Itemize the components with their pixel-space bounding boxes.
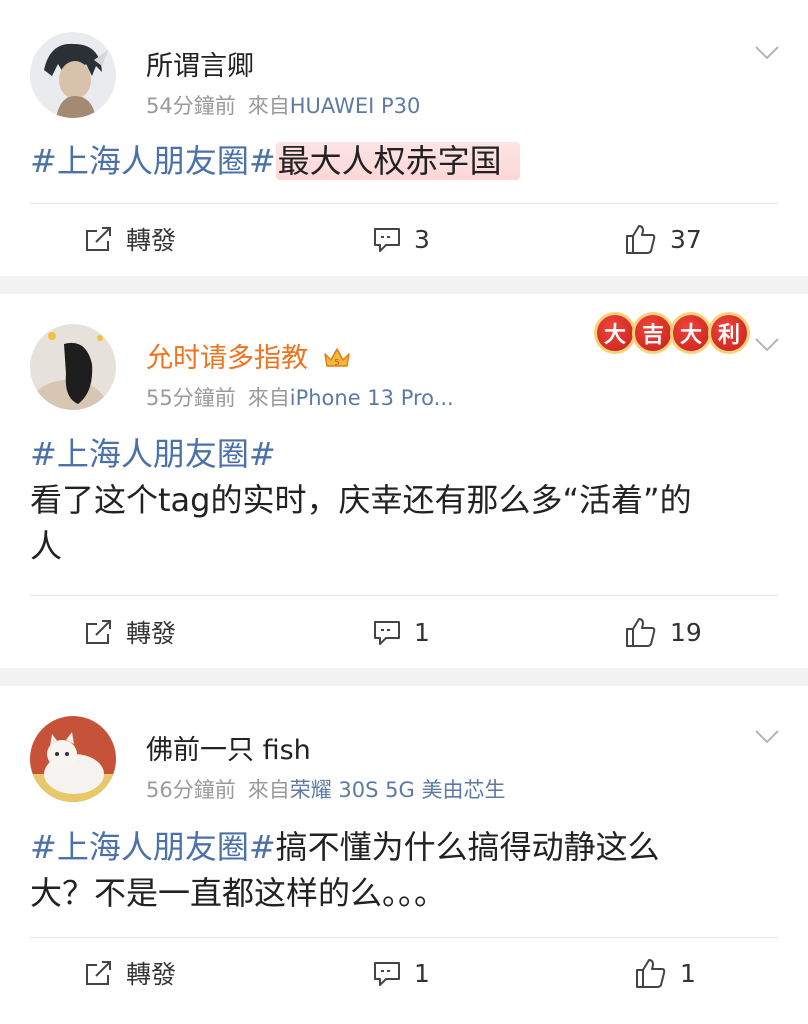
post-text: #上海人朋友圈#搞不懂为什么搞得动静这么 大？不是一直都这样的么。。。 — [30, 824, 782, 916]
from-label: 來自 — [247, 778, 290, 802]
repost-label: 轉發 — [126, 960, 177, 989]
post-card: 允时请多指教 5 大 吉 大 利 55分鐘前 來自iPhone 13 Pro...… — [0, 294, 808, 668]
username[interactable]: 允时请多指教 5 — [146, 336, 351, 375]
thumbs-up-icon — [626, 618, 656, 647]
badge-char: 大 — [594, 312, 636, 354]
chevron-down-icon[interactable] — [754, 728, 780, 746]
share-icon — [86, 620, 111, 644]
post-time: 56分鐘前 — [146, 778, 236, 802]
new-year-badges: 大 吉 大 利 — [594, 312, 750, 354]
thumbs-up-icon — [626, 225, 656, 254]
post-body-line: 看了这个tag的实时，庆幸还有那么多“活着”的 — [30, 481, 692, 519]
hashtag-link[interactable]: #上海人朋友圈# — [30, 435, 276, 473]
avatar[interactable] — [30, 32, 116, 118]
post-body-line: 搞不懂为什么搞得动静这么 — [275, 828, 660, 866]
repost-label: 轉發 — [126, 619, 177, 648]
post-meta: 56分鐘前 來自荣耀 30S 5G 美由芯生 — [146, 774, 505, 804]
share-icon — [86, 227, 111, 251]
chevron-down-icon[interactable] — [754, 44, 780, 62]
comment-button[interactable]: 3 — [372, 219, 430, 259]
comment-icon — [374, 228, 400, 252]
post-meta: 54分鐘前 來自HUAWEI P30 — [146, 90, 420, 120]
repost-button[interactable]: 轉發 — [84, 219, 176, 259]
post-text: #上海人朋友圈#最大人权赤字国 — [30, 138, 782, 184]
action-bar: 轉發 1 19 — [0, 612, 808, 652]
badge-char: 吉 — [632, 312, 674, 354]
like-button[interactable]: 37 — [624, 219, 702, 259]
post-text: #上海人朋友圈# 看了这个tag的实时，庆幸还有那么多“活着”的 人 — [30, 431, 782, 569]
comment-button[interactable]: 1 — [372, 953, 430, 993]
post-body-line: 人 — [30, 527, 63, 565]
repost-button[interactable]: 轉發 — [84, 612, 176, 652]
post-card: 佛前一只 fish 56分鐘前 來自荣耀 30S 5G 美由芯生 #上海人朋友圈#… — [0, 686, 808, 1024]
username[interactable]: 佛前一只 fish — [146, 728, 311, 767]
post-time: 55分鐘前 — [146, 386, 236, 410]
hashtag-link[interactable]: #上海人朋友圈# — [30, 828, 276, 866]
like-count: 19 — [670, 617, 702, 647]
avatar[interactable] — [30, 716, 116, 802]
post-card: 所谓言卿 54分鐘前 來自HUAWEI P30 #上海人朋友圈#最大人权赤字国 轉… — [0, 0, 808, 276]
like-count: 1 — [680, 958, 696, 988]
avatar[interactable] — [30, 324, 116, 410]
hashtag-link[interactable]: #上海人朋友圈# — [30, 142, 276, 180]
badge-char: 利 — [708, 312, 750, 354]
divider — [30, 937, 778, 938]
comment-icon — [374, 621, 400, 645]
chevron-down-icon[interactable] — [754, 336, 780, 354]
badge-char: 大 — [670, 312, 712, 354]
thumbs-up-icon — [636, 959, 666, 988]
like-count: 37 — [670, 224, 702, 254]
highlighted-text: 最大人权赤字国 — [275, 142, 520, 180]
share-icon — [86, 961, 111, 985]
repost-button[interactable]: 轉發 — [84, 953, 176, 993]
repost-label: 轉發 — [126, 226, 177, 255]
from-label: 來自 — [247, 386, 290, 410]
like-button[interactable]: 19 — [624, 612, 702, 652]
post-body-line: 大？不是一直都这样的么。。。 — [30, 874, 447, 912]
comment-icon — [374, 962, 400, 986]
post-meta: 55分鐘前 來自iPhone 13 Pro... — [146, 382, 454, 412]
post-source[interactable]: 荣耀 30S 5G 美由芯生 — [290, 778, 506, 802]
comment-count: 3 — [414, 224, 430, 254]
post-source[interactable]: iPhone 13 Pro... — [290, 386, 454, 410]
post-time: 54分鐘前 — [146, 94, 236, 118]
post-source[interactable]: HUAWEI P30 — [290, 94, 421, 118]
divider — [30, 203, 778, 204]
action-bar: 轉發 1 1 — [0, 953, 808, 993]
comment-count: 1 — [414, 617, 430, 647]
vip-crown-icon: 5 — [323, 348, 350, 367]
username[interactable]: 所谓言卿 — [146, 44, 254, 83]
like-button[interactable]: 1 — [634, 953, 696, 993]
divider — [30, 595, 778, 596]
comment-count: 1 — [414, 958, 430, 988]
svg-text:5: 5 — [334, 358, 339, 367]
action-bar: 轉發 3 37 — [0, 219, 808, 259]
comment-button[interactable]: 1 — [372, 612, 430, 652]
from-label: 來自 — [247, 94, 290, 118]
